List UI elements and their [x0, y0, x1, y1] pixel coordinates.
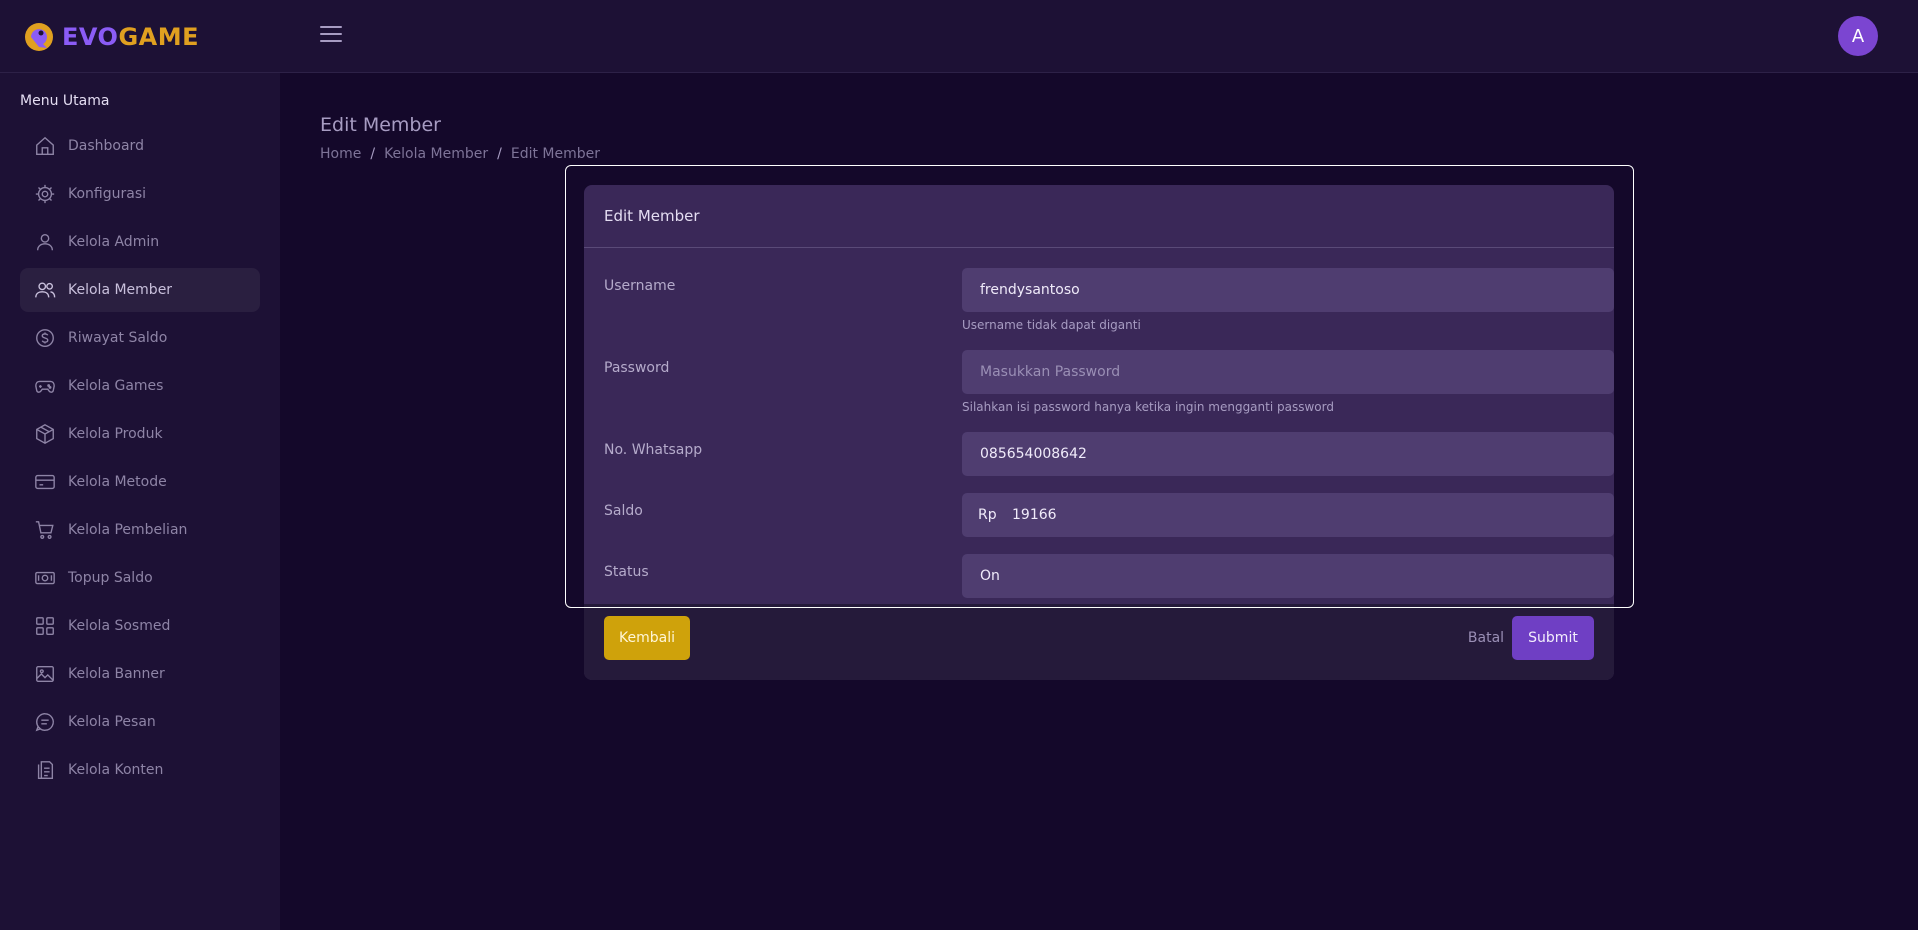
sidebar-item-kelola-pembelian[interactable]: Kelola Pembelian: [20, 508, 260, 552]
card-footer: Kembali Batal Submit: [584, 604, 1614, 680]
sidebar-item-label: Topup Saldo: [68, 570, 153, 586]
username-label: Username: [604, 278, 676, 294]
username-row: Username Username tidak dapat diganti: [604, 268, 1614, 338]
breadcrumb: Home / Kelola Member / Edit Member: [320, 146, 600, 162]
sidebar-item-kelola-konten[interactable]: Kelola Konten: [20, 748, 260, 792]
submit-button[interactable]: Submit: [1512, 616, 1594, 660]
password-input[interactable]: [962, 350, 1614, 394]
whatsapp-row: No. Whatsapp: [604, 432, 1614, 476]
money-icon: [35, 571, 55, 585]
password-row: Password Silahkan isi password hanya ket…: [604, 350, 1614, 420]
breadcrumb-separator: /: [497, 146, 502, 162]
sidebar-item-label: Konfigurasi: [68, 186, 147, 202]
username-input[interactable]: [962, 268, 1614, 312]
sidebar-menu: Dashboard Konfigurasi Kelola Admin Kelol…: [20, 124, 260, 796]
credit-card-icon: [35, 474, 55, 490]
password-label: Password: [604, 360, 670, 376]
status-label: Status: [604, 564, 649, 580]
status-select[interactable]: On: [962, 554, 1614, 598]
sidebar-item-topup-saldo[interactable]: Topup Saldo: [20, 556, 260, 600]
brand-name-part2: GAME: [118, 23, 200, 51]
sidebar-item-label: Riwayat Saldo: [68, 330, 168, 346]
brand-name: EVOGAME: [62, 23, 199, 51]
document-icon: [37, 761, 54, 779]
saldo-prefix: Rp: [978, 507, 997, 523]
sidebar-item-kelola-pesan[interactable]: Kelola Pesan: [20, 700, 260, 744]
back-button[interactable]: Kembali: [604, 616, 690, 660]
sidebar-item-label: Kelola Member: [68, 282, 173, 298]
sidebar-item-label: Kelola Sosmed: [68, 618, 171, 634]
breadcrumb-current: Edit Member: [510, 146, 600, 162]
password-hint: Silahkan isi password hanya ketika ingin…: [962, 400, 1334, 414]
saldo-row: Saldo Rp: [604, 493, 1614, 537]
card-title: Edit Member: [584, 185, 1614, 248]
sidebar-item-label: Kelola Games: [68, 378, 164, 394]
top-bar: EVOGAME A: [0, 0, 1918, 73]
sidebar-heading: Menu Utama: [20, 93, 110, 109]
breadcrumb-home[interactable]: Home: [320, 146, 361, 162]
sidebar-item-label: Kelola Pesan: [68, 714, 156, 730]
dollar-circle-icon: [36, 329, 54, 347]
grid-icon: [36, 617, 54, 635]
sidebar-item-label: Kelola Konten: [68, 762, 164, 778]
sidebar-item-label: Kelola Admin: [68, 234, 160, 250]
sidebar-item-kelola-member[interactable]: Kelola Member: [20, 268, 260, 312]
breadcrumb-separator: /: [370, 146, 376, 162]
breadcrumb-kelola-member[interactable]: Kelola Member: [384, 146, 488, 162]
sidebar-item-label: Kelola Pembelian: [68, 522, 188, 538]
gamepad-icon: [35, 380, 55, 393]
brand-logo[interactable]: EVOGAME: [22, 19, 199, 55]
sidebar-item-kelola-metode[interactable]: Kelola Metode: [20, 460, 260, 504]
whatsapp-input[interactable]: [962, 432, 1614, 476]
status-row: Status On: [604, 554, 1614, 598]
menu-toggle-icon[interactable]: [320, 26, 342, 46]
sidebar-item-label: Kelola Metode: [68, 474, 167, 490]
sidebar-item-konfigurasi[interactable]: Konfigurasi: [20, 172, 260, 216]
sidebar-item-kelola-sosmed[interactable]: Kelola Sosmed: [20, 604, 260, 648]
box-icon: [36, 424, 54, 444]
avatar[interactable]: A: [1838, 16, 1878, 56]
sidebar-item-label: Kelola Banner: [68, 666, 165, 682]
saldo-input-group: Rp: [962, 493, 1614, 537]
sidebar-item-label: Dashboard: [68, 138, 144, 154]
cart-icon: [35, 521, 54, 539]
gear-icon: [35, 184, 55, 204]
saldo-input[interactable]: [1012, 493, 1614, 537]
chat-icon: [35, 713, 54, 732]
sidebar-item-kelola-banner[interactable]: Kelola Banner: [20, 652, 260, 696]
username-hint: Username tidak dapat diganti: [962, 318, 1141, 332]
sidebar-item-riwayat-saldo[interactable]: Riwayat Saldo: [20, 316, 260, 360]
brand-name-part1: EVO: [62, 23, 119, 51]
whatsapp-label: No. Whatsapp: [604, 442, 703, 458]
saldo-label: Saldo: [604, 503, 643, 519]
cancel-button[interactable]: Batal: [1456, 616, 1516, 660]
page-title: Edit Member: [320, 114, 441, 136]
sidebar: Menu Utama Dashboard Konfigurasi Kelola …: [0, 73, 280, 930]
sidebar-item-kelola-produk[interactable]: Kelola Produk: [20, 412, 260, 456]
image-icon: [36, 665, 54, 683]
sidebar-item-kelola-games[interactable]: Kelola Games: [20, 364, 260, 408]
user-icon: [36, 233, 54, 251]
dragon-logo-icon: [25, 23, 53, 51]
sidebar-item-kelola-admin[interactable]: Kelola Admin: [20, 220, 260, 264]
users-icon: [35, 282, 56, 298]
home-icon: [36, 136, 54, 155]
sidebar-item-label: Kelola Produk: [68, 426, 163, 442]
sidebar-item-dashboard[interactable]: Dashboard: [20, 124, 260, 168]
